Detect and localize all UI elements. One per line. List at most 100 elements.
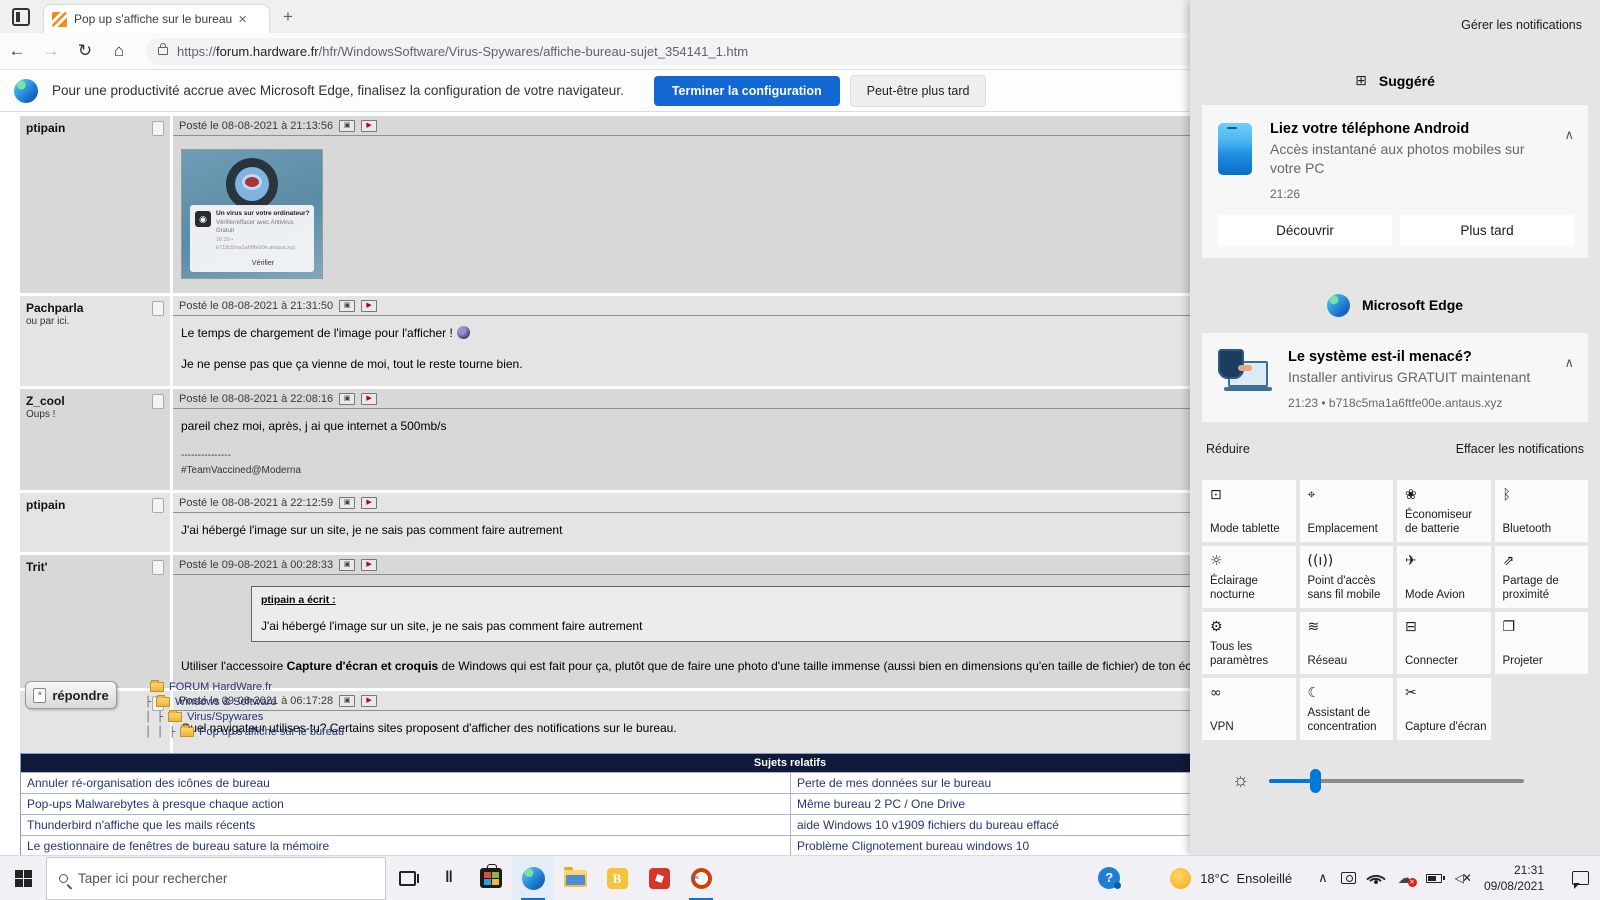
post-author[interactable]: Trit' bbox=[26, 560, 164, 574]
related-link[interactable]: Le gestionnaire de fenêtres de bureau sa… bbox=[27, 839, 329, 853]
post-flag-icon[interactable] bbox=[152, 559, 164, 575]
browser-tab[interactable]: Pop up s'affiche sur le bureau - V ✕ bbox=[44, 5, 269, 33]
reply-icon[interactable]: ▶ bbox=[361, 497, 378, 510]
edge-scam-notification[interactable]: ∧ Le système est-il menacé? Installer an… bbox=[1202, 332, 1588, 422]
post-flag-icon[interactable] bbox=[152, 393, 164, 409]
onedrive-error-icon[interactable]: ☁ ✕ bbox=[1398, 869, 1417, 887]
post-author[interactable]: ptipain bbox=[26, 498, 164, 512]
tile-project[interactable]: ❐ Projeter bbox=[1494, 611, 1588, 674]
tile-vpn[interactable]: ∞ VPN bbox=[1202, 677, 1296, 740]
post-author[interactable]: Pachparla bbox=[26, 301, 164, 315]
project-icon: ❐ bbox=[1502, 618, 1516, 635]
clear-notifications-link[interactable]: Effacer les notifications bbox=[1456, 442, 1584, 456]
tile-all-settings[interactable]: ⚙ Tous les paramètres bbox=[1202, 611, 1296, 674]
battery-icon[interactable] bbox=[1425, 873, 1445, 883]
related-link[interactable]: Thunderbird n'affiche que les mails réce… bbox=[27, 818, 255, 832]
taskbar-search[interactable]: Taper ici pour rechercher bbox=[46, 856, 386, 900]
tile-bluetooth[interactable]: ᛒ Bluetooth bbox=[1494, 479, 1588, 542]
maybe-later-button[interactable]: Peut-être plus tard bbox=[849, 74, 987, 107]
tile-mobile-hotspot[interactable]: ((ı)) Point d'accès sans fil mobile bbox=[1299, 545, 1393, 608]
later-button[interactable]: Plus tard bbox=[1400, 214, 1574, 246]
file-explorer-icon bbox=[563, 866, 587, 887]
post-author[interactable]: Z_cool bbox=[26, 394, 164, 408]
back-icon[interactable]: ← bbox=[0, 41, 34, 61]
slider-thumb[interactable] bbox=[1310, 768, 1322, 793]
discover-button[interactable]: Découvrir bbox=[1218, 214, 1392, 246]
post-flag-icon[interactable] bbox=[152, 498, 164, 514]
reply-icon[interactable]: ▶ bbox=[361, 300, 378, 312]
profile-icon[interactable]: ▣ bbox=[339, 300, 356, 312]
hotspot-icon: ((ı)) bbox=[1307, 552, 1334, 569]
breadcrumb-item[interactable]: FORUM HardWare.fr bbox=[145, 680, 344, 693]
microsoft-store-button[interactable] bbox=[470, 856, 512, 900]
reply-icon[interactable]: ▶ bbox=[361, 558, 378, 571]
tab-actions-icon[interactable] bbox=[12, 7, 30, 26]
new-tab-button[interactable]: + bbox=[283, 7, 293, 27]
finish-setup-button[interactable]: Terminer la configuration bbox=[653, 75, 840, 106]
breadcrumb-item[interactable]: │ │ ├ Pop up s'affiche sur le bureau bbox=[145, 725, 344, 738]
collapse-chevron-icon[interactable]: ∧ bbox=[1564, 355, 1574, 371]
wifi-icon[interactable] bbox=[1365, 868, 1386, 889]
tile-battery-saver[interactable]: ❀ Économiseur de batterie bbox=[1397, 479, 1491, 542]
edge-taskbar-button[interactable] bbox=[512, 855, 554, 900]
meet-now-icon[interactable] bbox=[1340, 872, 1356, 884]
reply-icon[interactable]: ▶ bbox=[361, 120, 378, 132]
start-button[interactable] bbox=[0, 856, 46, 900]
edge-logo-icon bbox=[14, 78, 38, 103]
reduce-link[interactable]: Réduire bbox=[1206, 442, 1250, 456]
collapse-chevron-icon[interactable]: ∧ bbox=[1564, 127, 1574, 143]
task-view-button[interactable] bbox=[386, 856, 428, 900]
tile-airplane-mode[interactable]: ✈ Mode Avion bbox=[1397, 545, 1491, 608]
post-flag-icon[interactable] bbox=[152, 121, 164, 136]
action-center-button[interactable] bbox=[1560, 856, 1600, 900]
tile-location[interactable]: ⌖ Emplacement bbox=[1299, 479, 1393, 542]
phone-link-notification[interactable]: ∧ Liez votre téléphone Android Accès ins… bbox=[1202, 105, 1588, 258]
post-author[interactable]: ptipain bbox=[26, 121, 164, 135]
tile-nearby-sharing[interactable]: ⇗ Partage de proximité bbox=[1494, 545, 1588, 608]
action-center-panel: Gérer les notifications ⊞ Suggéré ∧ Liez… bbox=[1190, 0, 1600, 855]
weather-widget[interactable]: 18°C Ensoleillé bbox=[1170, 867, 1292, 889]
taskbar-clock[interactable]: 21:31 09/08/2021 bbox=[1484, 862, 1544, 894]
volume-muted-icon[interactable]: ◁✕ bbox=[1455, 871, 1472, 885]
posted-photo[interactable]: ◉ Un virus sur votre ordinateur? Vérifie… bbox=[181, 149, 323, 279]
tab-close-icon[interactable]: ✕ bbox=[238, 13, 247, 26]
tray-expand-icon[interactable]: ∧ bbox=[1318, 870, 1328, 886]
reload-icon[interactable]: ↻ bbox=[68, 41, 102, 61]
tile-tablet-mode[interactable]: ⊡ Mode tablette bbox=[1202, 479, 1296, 542]
related-link[interactable]: Perte de mes données sur le bureau bbox=[797, 776, 991, 790]
tile-screen-snip[interactable]: ✂ Capture d'écran bbox=[1397, 677, 1491, 740]
yellow-app-button[interactable]: B bbox=[596, 856, 638, 900]
breadcrumb-item[interactable]: ├ Windows & Software bbox=[145, 695, 344, 708]
profile-icon[interactable]: ▣ bbox=[339, 120, 356, 132]
pinned-app-pipes[interactable]: ‖ bbox=[428, 856, 470, 900]
reply-button[interactable]: * répondre bbox=[25, 681, 117, 709]
post-date: Posté le 08-08-2021 à 21:31:50 bbox=[179, 300, 334, 312]
home-icon[interactable]: ⌂ bbox=[102, 41, 136, 61]
help-icon[interactable]: ? bbox=[1098, 867, 1122, 889]
reply-icon[interactable]: ▶ bbox=[361, 392, 378, 405]
profile-icon[interactable]: ▣ bbox=[339, 392, 356, 405]
file-explorer-button[interactable] bbox=[554, 856, 596, 900]
forward-icon[interactable]: → bbox=[34, 41, 68, 61]
related-link[interactable]: Annuler ré-organisation des icônes de bu… bbox=[27, 776, 270, 790]
screenshot-app-button[interactable] bbox=[680, 856, 722, 900]
related-link[interactable]: aide Windows 10 v1909 fichiers du bureau… bbox=[797, 818, 1059, 832]
related-link[interactable]: Même bureau 2 PC / One Drive bbox=[797, 797, 965, 811]
related-link[interactable]: Pop-ups Malwarebytes à presque chaque ac… bbox=[27, 797, 284, 811]
folder-icon bbox=[180, 725, 195, 737]
profile-icon[interactable]: ▣ bbox=[339, 497, 356, 510]
lock-icon[interactable] bbox=[158, 43, 168, 55]
tile-network[interactable]: ≋ Réseau bbox=[1299, 611, 1393, 674]
breadcrumb-item[interactable]: │ ├ Virus/Spywares bbox=[145, 710, 344, 723]
tile-focus-assist[interactable]: ☾ Assistant de concentration bbox=[1299, 677, 1393, 740]
manage-notifications-link[interactable]: Gérer les notifications bbox=[1202, 0, 1588, 32]
brightness-slider[interactable] bbox=[1269, 768, 1525, 793]
roblox-button[interactable] bbox=[638, 856, 680, 900]
reply-icon[interactable]: ▶ bbox=[361, 694, 378, 707]
tile-night-light[interactable]: ☼ Éclairage nocturne bbox=[1202, 545, 1296, 608]
related-link[interactable]: Problème Clignotement bureau windows 10 bbox=[797, 839, 1029, 853]
profile-icon[interactable]: ▣ bbox=[339, 558, 356, 571]
quote-header[interactable]: ptipain a écrit : bbox=[261, 593, 1257, 608]
post-flag-icon[interactable] bbox=[152, 301, 164, 316]
tile-connect[interactable]: ⊟ Connecter bbox=[1397, 611, 1491, 674]
